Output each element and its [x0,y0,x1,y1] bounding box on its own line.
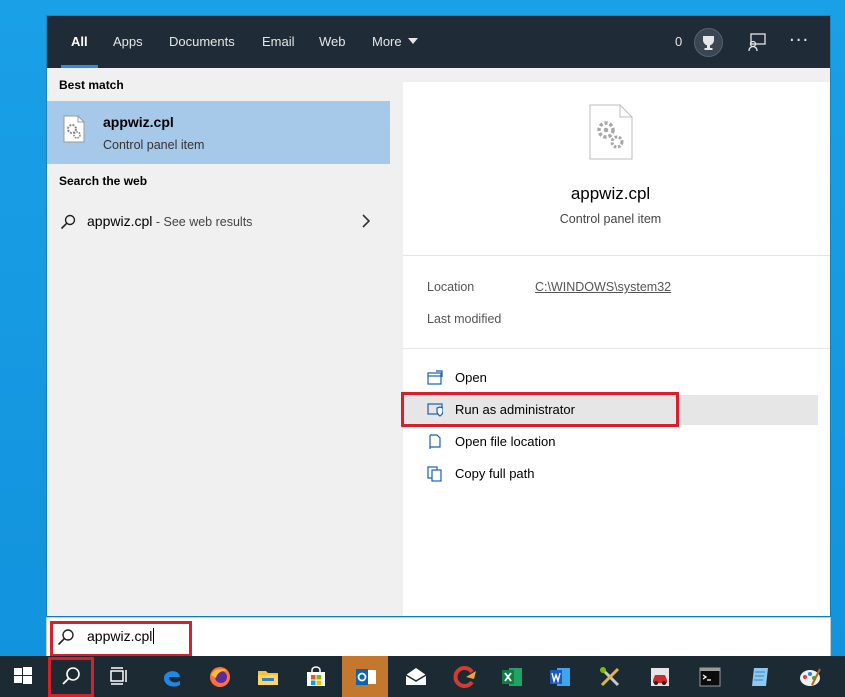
search-input[interactable]: appwiz.cpl [87,628,155,644]
last-modified-label: Last modified [427,312,502,326]
search-icon[interactable] [48,656,94,697]
best-match-subtitle: Control panel item [103,138,205,152]
feedback-icon[interactable] [747,32,767,52]
open-window-icon [427,370,443,386]
action-open-file-location[interactable]: Open file location [403,427,818,457]
terminal-icon[interactable] [686,656,732,697]
edge-icon[interactable] [148,656,194,697]
action-run-as-administrator-label: Run as administrator [455,402,575,417]
preview-subtitle: Control panel item [559,212,662,226]
word-icon[interactable] [536,656,582,697]
location-label: Location [427,280,475,294]
best-match-heading: Best match [59,78,124,92]
action-copy-full-path-label: Copy full path [455,466,535,481]
outlook-icon[interactable] [342,656,388,697]
store-icon[interactable] [292,656,338,697]
excel-icon[interactable] [488,656,534,697]
action-open-file-location-label: Open file location [455,434,556,449]
tab-email[interactable]: Email [262,16,295,68]
ccleaner-icon[interactable] [440,656,486,697]
car-app-icon[interactable] [636,656,682,697]
tab-more-label: More [372,34,402,49]
search-input-value: appwiz.cpl [87,628,153,644]
web-result-suffix: - See web results [152,215,253,229]
search-icon [60,214,76,230]
search-scope-bar: All Apps Documents Email Web More 0 ··· [47,16,830,68]
divider [403,255,830,256]
tab-apps[interactable]: Apps [113,16,143,68]
search-icon [57,628,75,646]
tab-all[interactable]: All [61,16,98,68]
web-result-row[interactable]: appwiz.cpl - See web results [47,206,390,238]
location-link[interactable]: C:\WINDOWS\system32 [535,280,671,294]
web-query: appwiz.cpl [87,213,153,229]
divider [403,348,830,349]
chevron-right-icon[interactable] [361,213,371,228]
paint-icon[interactable] [786,656,832,697]
search-panel: All Apps Documents Email Web More 0 ··· … [47,16,830,616]
action-open-label: Open [455,370,487,385]
copy-icon [427,466,443,482]
preview-title: appwiz.cpl [570,184,651,203]
settings-tool-icon[interactable] [586,656,632,697]
caret-down-icon [407,38,418,44]
mail-icon[interactable] [392,656,438,697]
taskbar [0,656,845,697]
windows-start-icon[interactable] [0,656,46,697]
tab-documents[interactable]: Documents [169,16,235,68]
shield-icon [427,402,444,418]
task-view-icon[interactable] [96,656,142,697]
tab-web[interactable]: Web [319,16,346,68]
results-list: Best match appwiz.cpl Control panel item… [47,68,390,616]
search-box[interactable]: appwiz.cpl [47,618,830,656]
notepad-icon[interactable] [736,656,782,697]
action-run-as-administrator[interactable]: Run as administrator [403,395,818,425]
control-panel-file-icon-large [589,104,633,160]
file-location-icon [427,434,443,450]
tab-more[interactable]: More [372,16,418,68]
trophy-icon[interactable] [694,28,723,57]
more-options-icon[interactable]: ··· [789,16,809,66]
rewards-count: 0 [675,34,683,49]
search-web-heading: Search the web [59,174,148,188]
text-cursor [153,628,155,644]
action-open[interactable]: Open [403,363,818,393]
action-copy-full-path[interactable]: Copy full path [403,459,818,489]
firefox-icon[interactable] [196,656,242,697]
best-match-title: appwiz.cpl [103,114,174,130]
web-result-text: appwiz.cpl - See web results [87,213,252,229]
control-panel-file-icon [63,115,85,143]
file-explorer-icon[interactable] [244,656,290,697]
best-match-result[interactable]: appwiz.cpl Control panel item [47,101,390,164]
preview-pane: appwiz.cpl Control panel item Location C… [403,82,830,616]
